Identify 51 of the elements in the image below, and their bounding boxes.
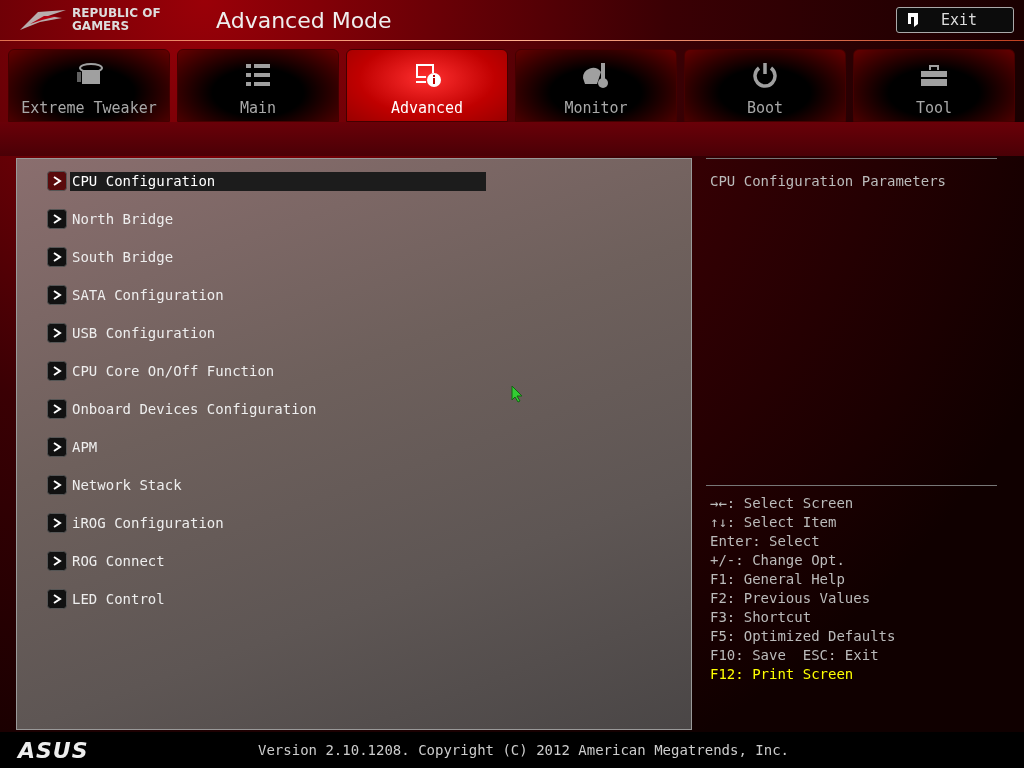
gauge-thermometer-icon	[581, 60, 611, 90]
menu-item[interactable]: ROG Connect	[70, 551, 167, 571]
menu-item[interactable]: iROG Configuration	[70, 513, 226, 533]
chevron-icon	[47, 247, 67, 267]
chevron-icon	[47, 323, 67, 343]
brand-logo: ASUS	[18, 737, 90, 763]
key-hint: F12: Print Screen	[710, 665, 855, 684]
menu-item[interactable]: Network Stack	[70, 475, 184, 495]
menu-item[interactable]: North Bridge	[70, 209, 176, 229]
page-title: Advanced Mode	[216, 7, 392, 33]
chevron-icon	[47, 589, 67, 609]
tab[interactable]: Monitor	[515, 49, 677, 122]
tab[interactable]: Advanced	[346, 49, 508, 122]
chevron-icon	[47, 171, 67, 191]
exit-button[interactable]: Exit	[896, 7, 1014, 33]
chevron-icon	[47, 475, 67, 495]
tab[interactable]: Tool	[853, 49, 1015, 122]
chevron-icon	[47, 437, 67, 457]
help-description: CPU Configuration Parameters	[710, 173, 947, 189]
key-hint: F5: Optimized Defaults	[710, 627, 897, 646]
chevron-icon	[47, 285, 67, 305]
version-text: Version 2.10.1208. Copyright (C) 2012 American Megatrends, Inc.	[258, 742, 789, 758]
menu-item[interactable]: SATA Configuration	[70, 285, 226, 305]
menu-item[interactable]: Onboard Devices Configuration	[70, 399, 319, 419]
power-icon	[750, 60, 780, 90]
mouse-cursor-icon	[511, 385, 523, 403]
chevron-icon	[47, 209, 67, 229]
chevron-icon	[47, 361, 67, 381]
key-hint: F1: General Help	[710, 570, 846, 589]
menu-item[interactable]: CPU Core On/Off Function	[70, 361, 277, 381]
chevron-icon	[47, 551, 67, 571]
menu-item[interactable]: CPU Configuration	[70, 171, 486, 191]
chevron-icon	[47, 399, 67, 419]
tab[interactable]: Main	[177, 49, 339, 122]
key-hint: F10: Save ESC: Exit	[710, 646, 880, 665]
menu-item[interactable]: APM	[70, 437, 100, 457]
key-hint: ↑↓: Select Item	[710, 513, 838, 532]
key-hint: F3: Shortcut	[710, 608, 813, 627]
key-hint: Enter: Select	[710, 532, 821, 551]
key-hint: →←: Select Screen	[710, 494, 855, 513]
brand-text: REPUBLIC OF	[72, 7, 162, 20]
chevron-icon	[47, 513, 67, 533]
tab[interactable]: Boot	[684, 49, 846, 122]
brand-text: GAMERS	[72, 20, 131, 33]
menu-item[interactable]: USB Configuration	[70, 323, 218, 343]
menu-item[interactable]: LED Control	[70, 589, 167, 609]
door-icon	[907, 12, 919, 28]
menu-item[interactable]: South Bridge	[70, 247, 176, 267]
key-hint: +/-: Change Opt.	[710, 551, 846, 570]
tab[interactable]: Extreme Tweaker	[8, 49, 170, 122]
key-hint: F2: Previous Values	[710, 589, 872, 608]
